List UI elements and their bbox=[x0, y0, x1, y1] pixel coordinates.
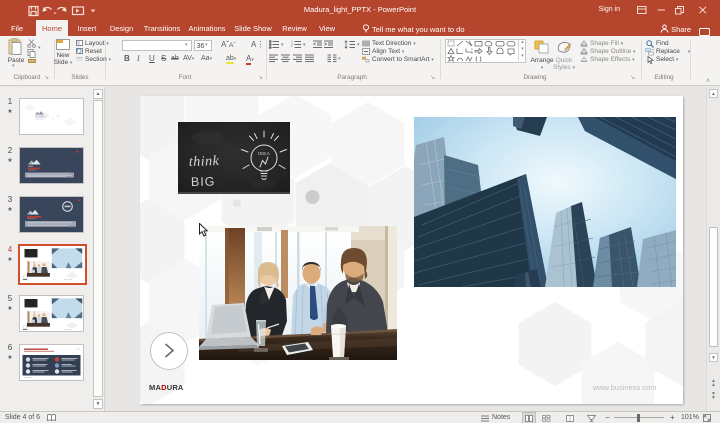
svg-text:IDEA: IDEA bbox=[258, 151, 271, 156]
svg-text:2: 2 bbox=[291, 44, 293, 48]
svg-text:BIG: BIG bbox=[191, 175, 216, 189]
svg-text:think: think bbox=[189, 154, 220, 170]
